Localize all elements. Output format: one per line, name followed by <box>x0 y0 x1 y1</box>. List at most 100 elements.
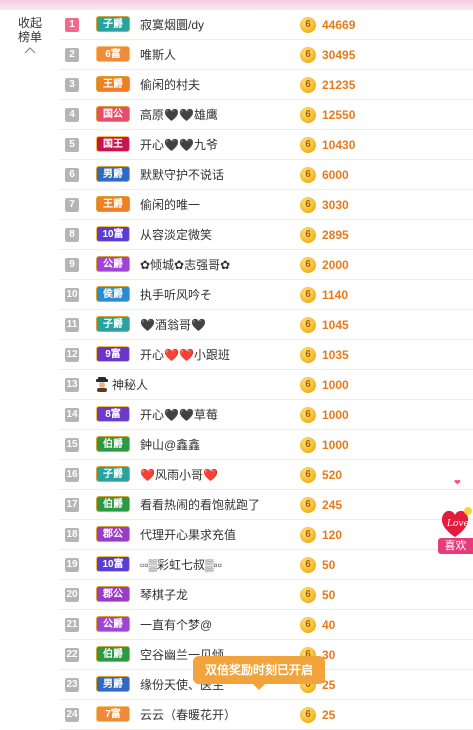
contribution-score: 1045 <box>322 318 349 332</box>
rank-number: 14 <box>65 408 79 422</box>
user-name: 偷闲的村夫 <box>140 78 201 92</box>
love-logo-text: Love <box>446 519 469 529</box>
rank-number: 19 <box>65 558 79 572</box>
rank-number: 1 <box>65 18 79 32</box>
contribution-score: 2000 <box>322 258 349 272</box>
user-name: 看看热闹的看饱就跑了 <box>140 498 261 512</box>
side-gift-widget[interactable]: Love 喜欢 <box>438 505 473 554</box>
contribution-score: 2895 <box>322 228 349 242</box>
coin-icon: 6 <box>300 527 316 543</box>
coin-icon: 6 <box>300 467 316 483</box>
coin-icon: 6 <box>300 617 316 633</box>
ranking-row[interactable]: 12 9富 开心❤️❤️小跟班 6 1035 <box>60 340 473 370</box>
user-name: 执手听风吟そ <box>140 288 213 302</box>
rank-number: 12 <box>65 348 79 362</box>
ranking-row[interactable]: 11 子爵 🖤酒翁哥🖤 6 1045 <box>60 310 473 340</box>
rank-badge: 6富 <box>96 46 130 62</box>
rank-number: 22 <box>65 648 79 662</box>
ranking-row[interactable]: 8 10富 从容淡定微笑 6 2895 <box>60 220 473 250</box>
user-name: 唯斯人 <box>140 48 177 62</box>
rank-badge: 伯爵 <box>96 436 130 452</box>
coin-icon: 6 <box>300 17 316 33</box>
user-name: ▫▫▒彩虹七叔▒▫▫ <box>140 558 223 572</box>
love-gift-icon: Love <box>441 507 472 537</box>
ranking-row[interactable]: 19 10富 ▫▫▒彩虹七叔▒▫▫ 6 50 <box>60 550 473 580</box>
contribution-score: 1000 <box>322 438 349 452</box>
rank-number: 16 <box>65 468 79 482</box>
ranking-row[interactable]: 17 伯爵 看看热闹的看饱就跑了 6 245 <box>60 490 473 520</box>
rank-number: 10 <box>65 288 79 302</box>
contribution-score: 10430 <box>322 138 356 152</box>
ranking-row[interactable]: 7 王爵 偷闲的唯一 6 3030 <box>60 190 473 220</box>
coin-icon: 6 <box>300 197 316 213</box>
coin-icon: 6 <box>300 107 316 123</box>
contribution-score: 1000 <box>322 378 349 392</box>
coin-icon: 6 <box>300 137 316 153</box>
heart-icon: ❤ <box>454 478 461 487</box>
double-reward-tooltip: 双倍奖励时刻已开启 <box>193 656 325 690</box>
rank-badge: 子爵 <box>96 316 130 332</box>
coin-icon: 6 <box>300 377 316 393</box>
user-name: 偷闲的唯一 <box>140 198 201 212</box>
rank-number: 21 <box>65 618 79 632</box>
contribution-score: 6000 <box>322 168 349 182</box>
coin-icon: 6 <box>300 497 316 513</box>
contribution-score: 50 <box>322 588 336 602</box>
contribution-score: 21235 <box>322 78 356 92</box>
ranking-row[interactable]: 5 国王 开心🖤🖤九爷 6 10430 <box>60 130 473 160</box>
rank-number: 9 <box>65 258 79 272</box>
coin-icon: 6 <box>300 77 316 93</box>
ranking-row[interactable]: 10 侯爵 执手听风吟そ 6 1140 <box>60 280 473 310</box>
ranking-row[interactable]: 1 子爵 寂寞烟圜/dy 6 44669 <box>60 10 473 40</box>
ranking-row[interactable]: 16 子爵 ❤️风雨小哥❤️ 6 520 <box>60 460 473 490</box>
rank-badge: 国公 <box>96 106 130 122</box>
ranking-row[interactable]: 18 郡公 代理开心果求充值 6 120 <box>60 520 473 550</box>
collapse-label-line2: 榜单 <box>17 30 42 44</box>
coin-icon: 6 <box>300 227 316 243</box>
rank-number: 3 <box>65 78 79 92</box>
coin-icon: 6 <box>300 437 316 453</box>
top-banner <box>0 0 473 10</box>
rank-badge: 10富 <box>96 556 130 572</box>
rank-badge: 公爵 <box>96 616 130 632</box>
coin-icon: 6 <box>300 587 316 603</box>
contribution-score: 40 <box>322 618 336 632</box>
rank-number: 11 <box>65 318 79 332</box>
user-name: 云云（春暖花开） <box>140 708 237 722</box>
contribution-score: 1140 <box>322 288 349 302</box>
user-name: 鈡山@鑫鑫 <box>140 438 201 452</box>
rank-badge: 公爵 <box>96 256 130 272</box>
rank-number: 4 <box>65 108 79 122</box>
ranking-row[interactable]: 13 神秘人 6 1000 <box>60 370 473 400</box>
user-name: 从容淡定微笑 <box>140 228 213 242</box>
ranking-row[interactable]: 4 国公 高原🖤🖤雄鹰 6 12550 <box>60 100 473 130</box>
rank-badge: 王爵 <box>96 196 130 212</box>
ranking-row[interactable]: 20 郡公 琴棋子龙 6 50 <box>60 580 473 610</box>
contribution-score: 12550 <box>322 108 356 122</box>
user-name: 一直有个梦@ <box>140 618 213 632</box>
ranking-row[interactable]: 6 男爵 默默守护不说话 6 6000 <box>60 160 473 190</box>
collapse-ranking-button[interactable]: 收起 榜单 <box>8 16 52 54</box>
rank-number: 13 <box>65 378 79 392</box>
rank-badge: 侯爵 <box>96 286 130 302</box>
user-name: 默默守护不说话 <box>140 168 225 182</box>
user-name: 开心🖤🖤草莓 <box>140 408 218 422</box>
contribution-score: 245 <box>322 498 343 512</box>
ranking-row[interactable]: 2 6富 唯斯人 6 30495 <box>60 40 473 70</box>
ranking-row[interactable]: 3 王爵 偷闲的村夫 6 21235 <box>60 70 473 100</box>
rank-badge: 男爵 <box>96 676 130 692</box>
user-name: ✿倾城✿志强哥✿ <box>140 258 231 272</box>
ranking-row[interactable]: 9 公爵 ✿倾城✿志强哥✿ 6 2000 <box>60 250 473 280</box>
coin-icon: 6 <box>300 287 316 303</box>
ranking-row[interactable]: 21 公爵 一直有个梦@ 6 40 <box>60 610 473 640</box>
contribution-score: 25 <box>322 708 336 722</box>
mystery-user-icon <box>96 377 108 392</box>
user-name: 开心🖤🖤九爷 <box>140 138 218 152</box>
rank-number: 6 <box>65 168 79 182</box>
user-name: 神秘人 <box>112 378 149 392</box>
coin-icon: 6 <box>300 167 316 183</box>
contribution-score: 520 <box>322 468 343 482</box>
ranking-row[interactable]: 15 伯爵 鈡山@鑫鑫 6 1000 <box>60 430 473 460</box>
ranking-row[interactable]: 14 8富 开心🖤🖤草莓 6 1000 <box>60 400 473 430</box>
ranking-row[interactable]: 24 7富 云云（春暖花开） 6 25 <box>60 700 473 730</box>
